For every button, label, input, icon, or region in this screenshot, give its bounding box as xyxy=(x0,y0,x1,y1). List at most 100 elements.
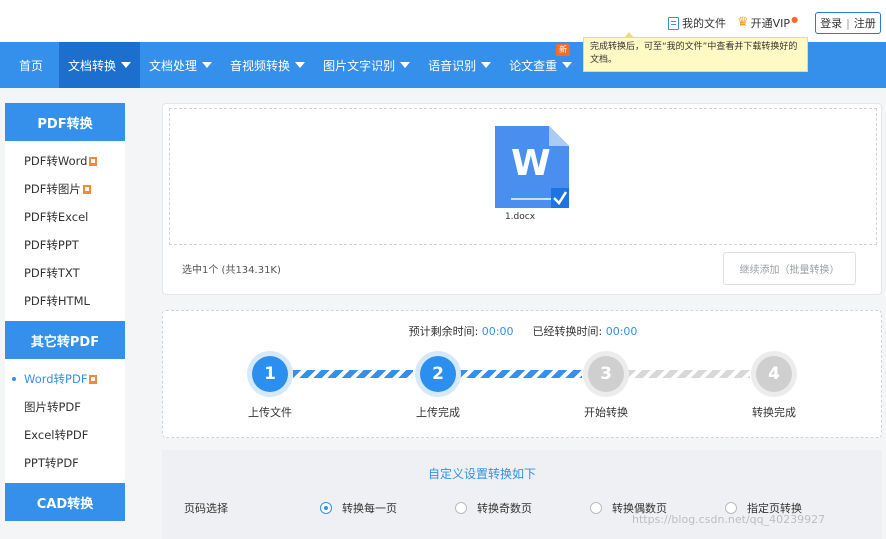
nav-doc-process[interactable]: 文档处理 xyxy=(140,42,221,88)
sidebar-item-image-to-pdf[interactable]: 图片转PDF xyxy=(5,393,125,421)
settings-title: 自定义设置转换如下 xyxy=(427,467,536,481)
nav-ocr-label: 图片文字识别 xyxy=(323,58,396,73)
sidebar-item-label: PPT转PDF xyxy=(24,456,79,470)
elapsed-time-value: 00:00 xyxy=(605,325,638,338)
nav-doc-convert[interactable]: 文档转换 xyxy=(59,42,141,88)
progress-bar-2-3 xyxy=(460,370,582,378)
chevron-down-icon xyxy=(202,62,213,68)
login-link[interactable]: 登录 xyxy=(820,15,842,31)
sidebar-item-label: Excel转PDF xyxy=(24,428,89,442)
sidebar-item-label: 图片转PDF xyxy=(24,400,81,414)
vip-tag-icon xyxy=(89,156,98,166)
vip-label: 开通VIP xyxy=(750,17,791,30)
register-link[interactable]: 注册 xyxy=(854,15,876,31)
document-icon xyxy=(668,16,679,30)
selected-file-info: 选中1个 (共134.31K) xyxy=(182,265,281,276)
radio-label: 转换每一页 xyxy=(342,502,397,515)
nav-av-convert-label: 音视频转换 xyxy=(230,58,291,73)
sidebar-item-excel-to-pdf[interactable]: Excel转PDF xyxy=(5,421,125,449)
step-1-number: 1 xyxy=(252,356,288,392)
remaining-time-label: 预计剩余时间: xyxy=(408,325,479,338)
step-4-label: 转换完成 xyxy=(752,406,796,419)
auth-box: 登录 | 注册 xyxy=(815,12,881,34)
nav-ocr[interactable]: 图片文字识别 xyxy=(314,42,419,88)
nav-home[interactable]: 首页 xyxy=(0,42,59,88)
sidebar-item-label: PDF转TXT xyxy=(24,266,80,280)
progress-bar-3-4 xyxy=(628,370,750,378)
sidebar-section-other-to-pdf[interactable]: 其它转PDF xyxy=(5,321,125,359)
open-vip-link[interactable]: ♛ 开通VIP ● xyxy=(737,15,798,31)
progress-bar-1-2 xyxy=(293,370,413,378)
step-2-number: 2 xyxy=(420,356,456,392)
step-3-label: 开始转换 xyxy=(584,406,628,419)
nav-plagiarism[interactable]: 论文查重 新 xyxy=(500,42,581,88)
step-1: 1 xyxy=(247,351,293,397)
sidebar-item-label: PDF转Word xyxy=(24,154,88,168)
file-drop-zone[interactable]: W 1.docx xyxy=(169,108,877,245)
sidebar-item-pdf-to-word[interactable]: PDF转Word xyxy=(5,147,125,175)
sidebar-item-pdf-to-ppt[interactable]: PDF转PPT xyxy=(5,231,125,259)
my-files-label: 我的文件 xyxy=(682,17,726,30)
chevron-down-icon xyxy=(121,62,132,68)
chevron-down-icon xyxy=(400,62,411,68)
crown-icon: ♛ xyxy=(737,15,749,30)
radio-every-page[interactable]: 转换每一页 xyxy=(320,500,397,516)
sidebar-item-pdf-to-excel[interactable]: PDF转Excel xyxy=(5,203,125,231)
new-badge: 新 xyxy=(556,44,571,56)
sidebar-item-label: PDF转Excel xyxy=(24,210,89,224)
remaining-time-value: 00:00 xyxy=(481,325,514,338)
sidebar-item-label: PDF转HTML xyxy=(24,294,90,308)
time-info: 预计剩余时间: 00:00 已经转换时间: 00:00 xyxy=(163,323,883,339)
chevron-down-icon xyxy=(295,62,306,68)
top-bar: 我的文件 ♛ 开通VIP ● 登录 | 注册 xyxy=(0,0,886,42)
sidebar-section-pdf-convert[interactable]: PDF转换 xyxy=(5,103,125,141)
page-select-label: 页码选择 xyxy=(184,502,228,515)
sidebar-item-label: Word转PDF xyxy=(24,372,88,386)
nav-doc-process-label: 文档处理 xyxy=(149,58,198,73)
step-4-number: 4 xyxy=(756,356,792,392)
step-4: 4 xyxy=(751,351,797,397)
radio-dot xyxy=(455,502,467,514)
radio-dot xyxy=(320,502,332,514)
chevron-down-icon xyxy=(562,62,573,68)
elapsed-time-label: 已经转换时间: xyxy=(532,325,603,338)
continue-add-button[interactable]: 继续添加（批量转换） xyxy=(723,252,856,285)
hint-tooltip: 完成转换后，可至“我的文件”中查看并下载转换好的文档。 xyxy=(583,32,808,72)
vip-tag-icon xyxy=(82,184,91,194)
sidebar: PDF转换 PDF转Word PDF转图片 PDF转Excel PDF转PPT … xyxy=(5,103,125,521)
nav-doc-convert-label: 文档转换 xyxy=(68,58,117,73)
step-3-number: 3 xyxy=(588,356,624,392)
sidebar-section-cad-convert[interactable]: CAD转换 xyxy=(5,483,125,521)
vip-tag-icon xyxy=(89,374,98,384)
nav-speech[interactable]: 语音识别 xyxy=(419,42,500,88)
nav-av-convert[interactable]: 音视频转换 xyxy=(221,42,314,88)
flame-icon: ● xyxy=(791,14,799,24)
radio-dot xyxy=(590,502,602,514)
chevron-down-icon xyxy=(481,62,492,68)
sidebar-item-ppt-to-pdf[interactable]: PPT转PDF xyxy=(5,449,125,477)
auth-separator: | xyxy=(846,16,850,30)
sidebar-item-pdf-to-image[interactable]: PDF转图片 xyxy=(5,175,125,203)
step-3: 3 xyxy=(583,351,629,397)
nav-home-label: 首页 xyxy=(19,58,44,73)
sidebar-item-pdf-to-txt[interactable]: PDF转TXT xyxy=(5,259,125,287)
sidebar-item-label: PDF转图片 xyxy=(24,182,81,196)
file-name: 1.docx xyxy=(504,212,536,222)
sidebar-item-word-to-pdf[interactable]: Word转PDF xyxy=(5,365,125,393)
step-2: 2 xyxy=(415,351,461,397)
radio-label: 转换奇数页 xyxy=(477,502,532,515)
nav-plagiarism-label: 论文查重 xyxy=(509,58,558,73)
word-file-icon[interactable]: W xyxy=(495,126,569,208)
word-file-letter: W xyxy=(511,143,551,184)
sidebar-list-pdf-convert: PDF转Word PDF转图片 PDF转Excel PDF转PPT PDF转TX… xyxy=(5,141,125,321)
sidebar-item-label: PDF转PPT xyxy=(24,238,79,252)
step-1-label: 上传文件 xyxy=(248,406,292,419)
radio-odd-pages[interactable]: 转换奇数页 xyxy=(455,500,532,516)
my-files-link[interactable]: 我的文件 xyxy=(668,15,726,31)
watermark: https://blog.csdn.net/qq_40239927 xyxy=(632,513,826,526)
step-2-label: 上传完成 xyxy=(416,406,460,419)
nav-speech-label: 语音识别 xyxy=(428,58,477,73)
progress-card: 预计剩余时间: 00:00 已经转换时间: 00:00 1 2 3 4 上传文件… xyxy=(162,310,882,438)
upload-card: W 1.docx 选中1个 (共134.31K) 继续添加（批量转换） xyxy=(162,103,882,295)
sidebar-item-pdf-to-html[interactable]: PDF转HTML xyxy=(5,287,125,315)
